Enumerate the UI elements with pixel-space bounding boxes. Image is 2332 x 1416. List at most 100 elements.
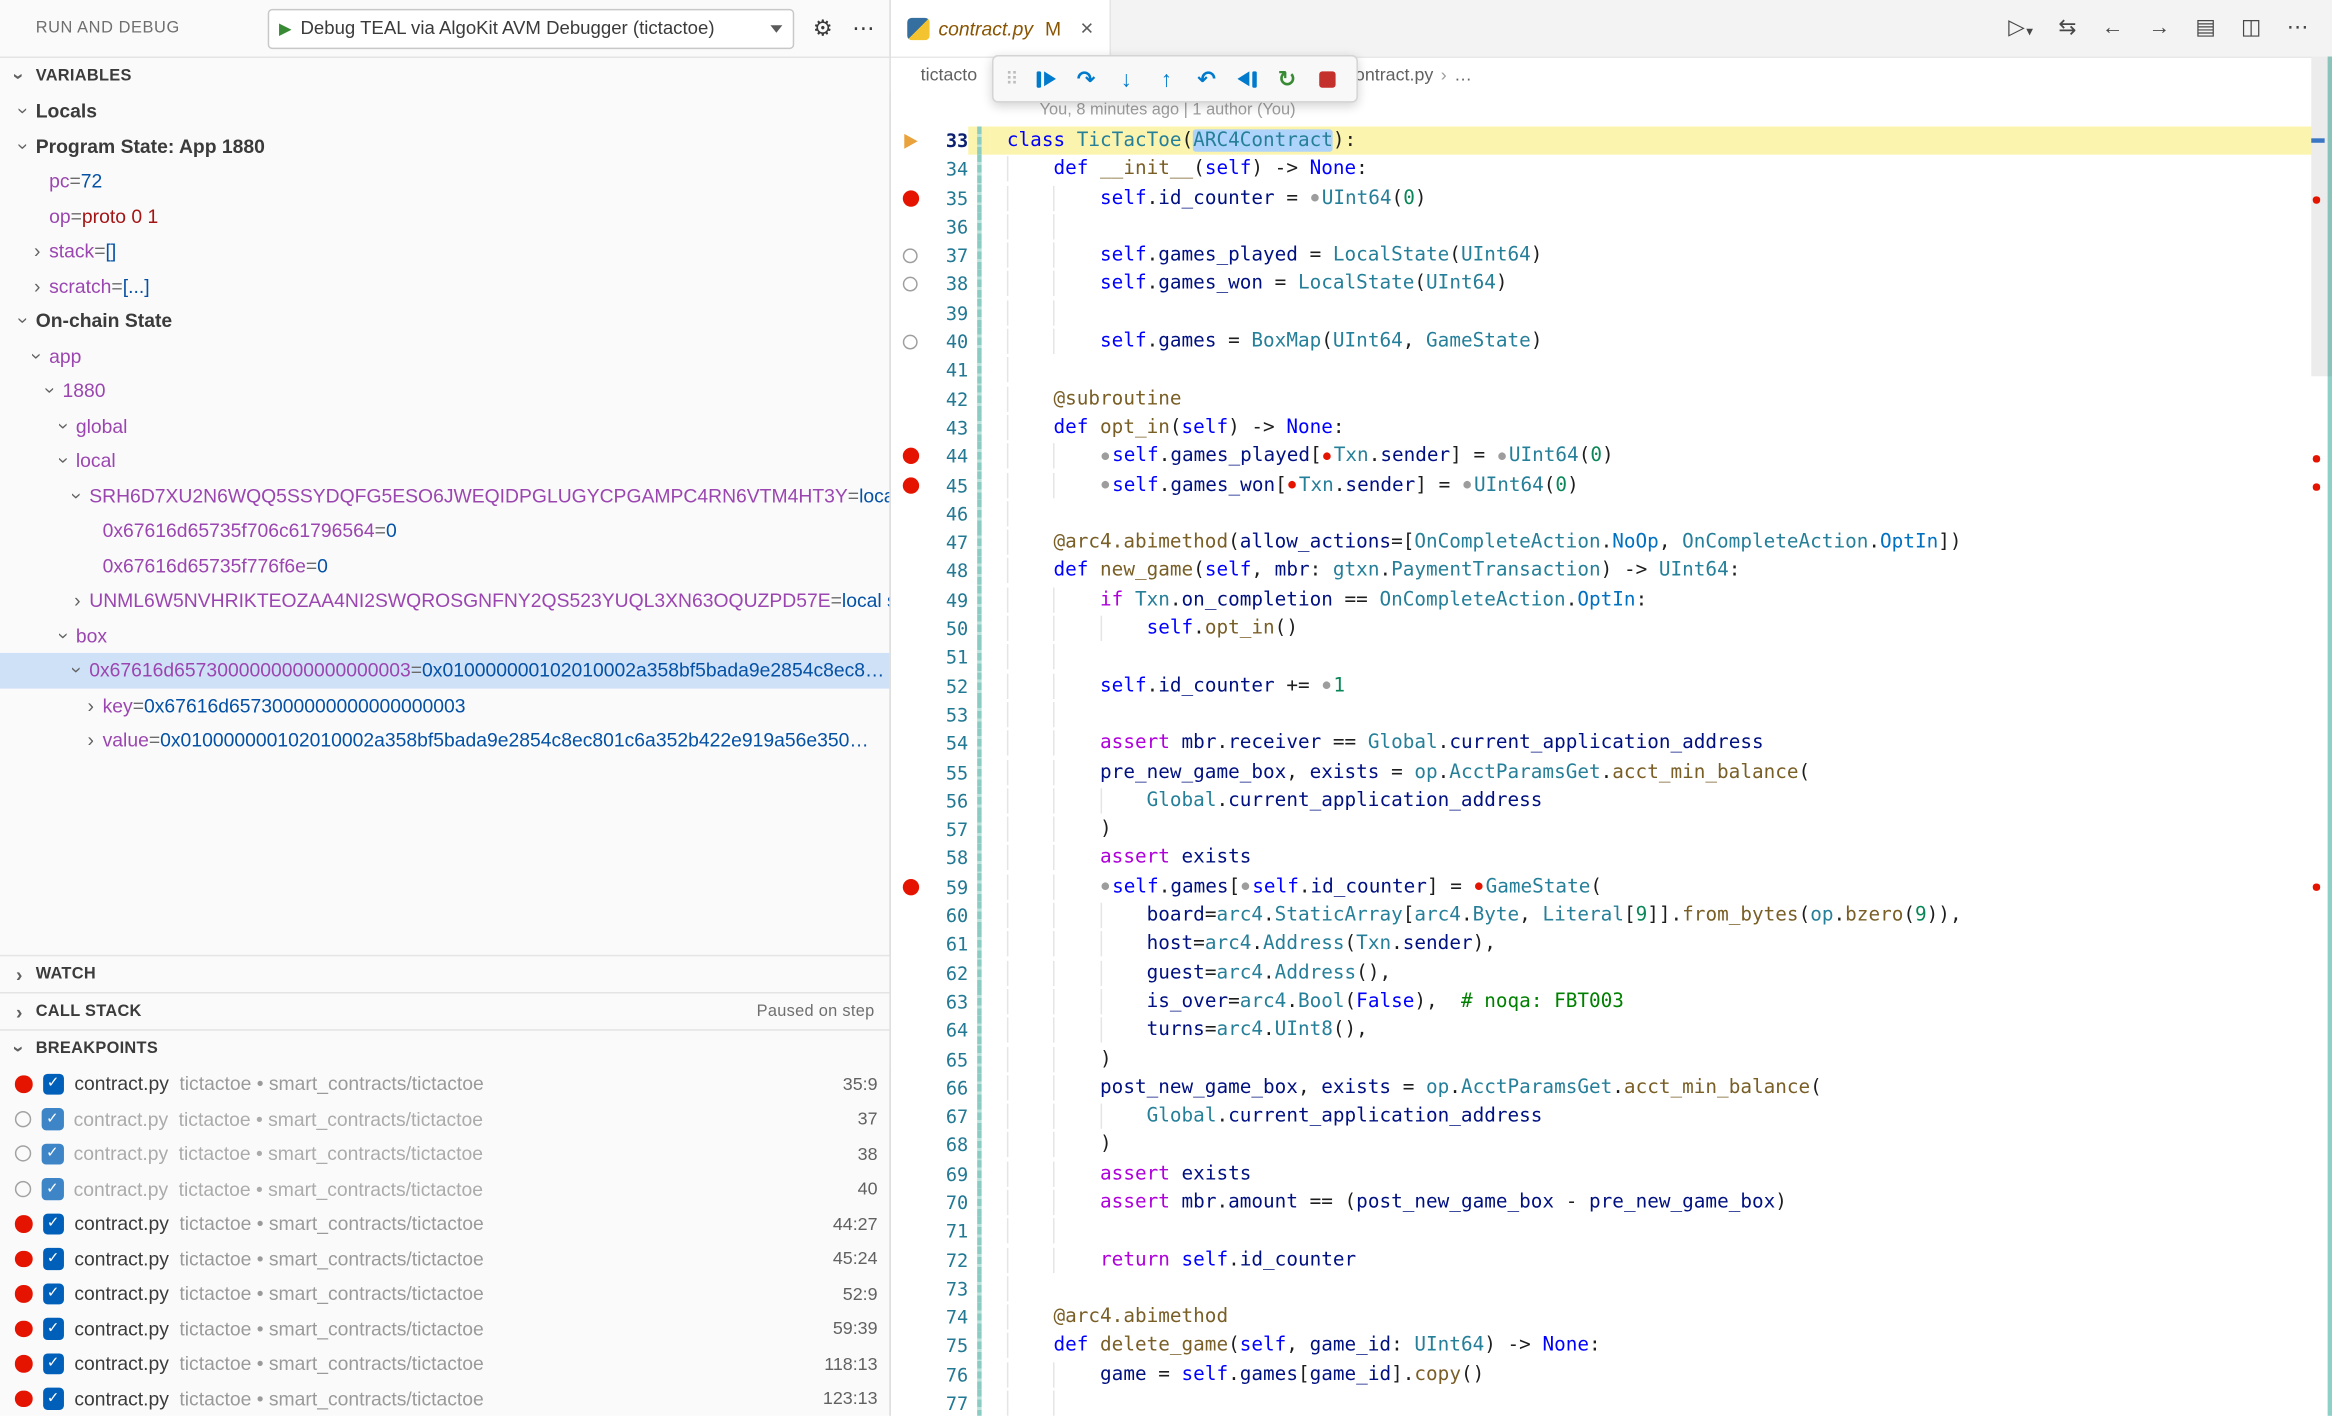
code-line-text[interactable] — [989, 213, 2332, 242]
breakpoint-checkbox[interactable]: ✓ — [42, 1353, 64, 1375]
breakpoint-dot[interactable] — [891, 471, 930, 500]
breakpoint-dot[interactable] — [891, 873, 930, 902]
breakpoint-checkbox[interactable]: ✓ — [42, 1143, 64, 1165]
code-line-text[interactable]: ) — [989, 815, 2332, 844]
code-line[interactable]: 44 ●self.games_played[●Txn.sender] = ●UI… — [891, 442, 2332, 471]
breadcrumb-folder[interactable]: tictacto — [921, 64, 978, 85]
code-line[interactable]: 49 if Txn.on_completion == OnCompleteAct… — [891, 586, 2332, 615]
breakpoint-row[interactable]: ✓contract.pytictactoe • smart_contracts/… — [0, 1241, 889, 1276]
breakpoint-gutter[interactable] — [891, 557, 930, 586]
code-line-text[interactable]: @arc4.abimethod(allow_actions=[OnComplet… — [989, 528, 2332, 557]
breakpoint-checkbox[interactable]: ✓ — [42, 1213, 64, 1235]
code-line[interactable]: 41 — [891, 356, 2332, 385]
step-into-button[interactable]: ↓ — [1106, 59, 1146, 98]
breakpoint-gutter[interactable] — [891, 1045, 930, 1074]
code-line-text[interactable]: if Txn.on_completion == OnCompleteAction… — [989, 586, 2332, 615]
code-line[interactable]: 77 — [891, 1389, 2332, 1416]
code-line-text[interactable]: board=arc4.StaticArray[arc4.Byte, Litera… — [989, 901, 2332, 930]
current-line-arrow-icon[interactable] — [891, 126, 930, 155]
breakpoint-gutter[interactable] — [891, 500, 930, 529]
code-line[interactable]: 40 self.games = BoxMap(UInt64, GameState… — [891, 327, 2332, 356]
code-line[interactable]: 62 guest=arc4.Address(), — [891, 959, 2332, 988]
code-line[interactable]: 35 self.id_counter = ●UInt64(0) — [891, 184, 2332, 213]
breakpoints-section-header[interactable]: › BREAKPOINTS — [0, 1029, 889, 1066]
code-line[interactable]: 58 assert exists — [891, 844, 2332, 873]
breakpoint-gutter[interactable] — [891, 213, 930, 242]
launch-config-select[interactable]: ▶ Debug TEAL via AlgoKit AVM Debugger (t… — [267, 8, 794, 48]
code-line-text[interactable]: host=arc4.Address(Txn.sender), — [989, 930, 2332, 959]
breakpoint-gutter[interactable] — [891, 1274, 930, 1303]
breakpoint-gutter[interactable] — [891, 356, 930, 385]
breakpoint-gutter[interactable] — [891, 987, 930, 1016]
code-line[interactable]: 70 assert mbr.amount == (post_new_game_b… — [891, 1188, 2332, 1217]
code-line-text[interactable]: return self.id_counter — [989, 1246, 2332, 1275]
chevron-down-icon[interactable]: › — [53, 624, 75, 648]
variable-row[interactable]: ›key = 0x67616d6573000000000000000003 — [0, 688, 889, 723]
code-line[interactable]: 68 ) — [891, 1131, 2332, 1160]
variable-row[interactable]: ›On-chain State — [0, 303, 889, 338]
breadcrumb-file[interactable]: contract.py — [1346, 64, 1433, 85]
code-line[interactable]: 36 — [891, 213, 2332, 242]
variable-row[interactable]: 0x67616d65735f706c61796564 = 0 — [0, 513, 889, 548]
code-line-text[interactable]: pre_new_game_box, exists = op.AcctParams… — [989, 758, 2332, 787]
tab-contract-py[interactable]: contract.py M × — [891, 0, 1111, 57]
code-line-text[interactable]: is_over=arc4.Bool(False), # noqa: FBT003 — [989, 987, 2332, 1016]
code-line[interactable]: 48 def new_game(self, mbr: gtxn.PaymentT… — [891, 557, 2332, 586]
chevron-down-icon[interactable]: › — [53, 414, 75, 438]
code-line-text[interactable]: self.id_counter = ●UInt64(0) — [989, 184, 2332, 213]
reverse-continue-button[interactable] — [1227, 59, 1267, 98]
code-line[interactable]: 60 board=arc4.StaticArray[arc4.Byte, Lit… — [891, 901, 2332, 930]
breakpoint-gutter[interactable] — [891, 1074, 930, 1103]
code-line[interactable]: 72 return self.id_counter — [891, 1246, 2332, 1275]
breakpoint-gutter[interactable] — [891, 155, 930, 184]
breakpoint-row[interactable]: ✓contract.pytictactoe • smart_contracts/… — [0, 1066, 889, 1101]
breakpoint-row[interactable]: ✓contract.pytictactoe • smart_contracts/… — [0, 1276, 889, 1311]
breakpoint-gutter[interactable] — [891, 614, 930, 643]
close-icon[interactable]: × — [1080, 16, 1093, 41]
code-line[interactable]: 51 — [891, 643, 2332, 672]
go-forward-button[interactable]: → — [2149, 16, 2171, 40]
code-line-text[interactable] — [989, 1274, 2332, 1303]
variable-row[interactable]: pc = 72 — [0, 164, 889, 199]
breakpoint-gutter[interactable] — [891, 1131, 930, 1160]
breakpoint-gutter[interactable] — [891, 299, 930, 328]
code-line-text[interactable]: assert exists — [989, 844, 2332, 873]
code-line-text[interactable] — [989, 500, 2332, 529]
chevron-down-icon[interactable]: › — [66, 484, 88, 508]
chevron-right-icon[interactable]: › — [25, 275, 49, 297]
step-out-button[interactable]: ↑ — [1146, 59, 1186, 98]
code-line-text[interactable] — [989, 1217, 2332, 1246]
watch-section-header[interactable]: › WATCH — [0, 955, 889, 992]
continue-button[interactable] — [1026, 59, 1066, 98]
breakpoint-gutter[interactable] — [891, 1361, 930, 1390]
code-line-text[interactable]: assert mbr.amount == (post_new_game_box … — [989, 1188, 2332, 1217]
variable-row[interactable]: ›1880 — [0, 373, 889, 408]
breakpoint-gutter[interactable] — [891, 643, 930, 672]
code-line[interactable]: 63 is_over=arc4.Bool(False), # noqa: FBT… — [891, 987, 2332, 1016]
drag-handle-icon[interactable]: ⠿ — [1002, 68, 1025, 89]
breakpoint-gutter[interactable] — [891, 1016, 930, 1045]
code-line[interactable]: 65 ) — [891, 1045, 2332, 1074]
breakpoint-gutter[interactable] — [891, 413, 930, 442]
breakpoint-checkbox[interactable]: ✓ — [42, 1248, 64, 1270]
breadcrumb-symbol[interactable]: … — [1454, 64, 1472, 85]
breakpoint-gutter[interactable] — [891, 700, 930, 729]
code-line[interactable]: 76 game = self.games[game_id].copy() — [891, 1361, 2332, 1390]
breakpoint-gutter[interactable] — [891, 1303, 930, 1332]
breakpoint-checkbox[interactable]: ✓ — [42, 1283, 64, 1305]
breakpoint-gutter[interactable] — [891, 787, 930, 816]
code-line-text[interactable]: assert mbr.receiver == Global.current_ap… — [989, 729, 2332, 758]
code-line-text[interactable]: ●self.games[●self.id_counter] = ●GameSta… — [989, 873, 2332, 902]
more-actions-button[interactable]: ⋯ — [2287, 16, 2309, 40]
code-line-text[interactable]: def delete_game(self, game_id: UInt64) -… — [989, 1332, 2332, 1361]
code-line[interactable]: 55 pre_new_game_box, exists = op.AcctPar… — [891, 758, 2332, 787]
code-line-text[interactable]: self.opt_in() — [989, 614, 2332, 643]
breakpoint-checkbox[interactable]: ✓ — [42, 1388, 64, 1410]
code-line-text[interactable]: Global.current_application_address — [989, 1102, 2332, 1131]
code-line-text[interactable] — [989, 643, 2332, 672]
breakpoint-row[interactable]: ✓contract.pytictactoe • smart_contracts/… — [0, 1101, 889, 1136]
breakpoint-unverified-dot[interactable] — [891, 327, 930, 356]
restart-button[interactable]: ↻ — [1267, 59, 1307, 98]
code-line[interactable]: 52 self.id_counter += ●1 — [891, 672, 2332, 701]
call-stack-section-header[interactable]: › CALL STACK Paused on step — [0, 992, 889, 1029]
